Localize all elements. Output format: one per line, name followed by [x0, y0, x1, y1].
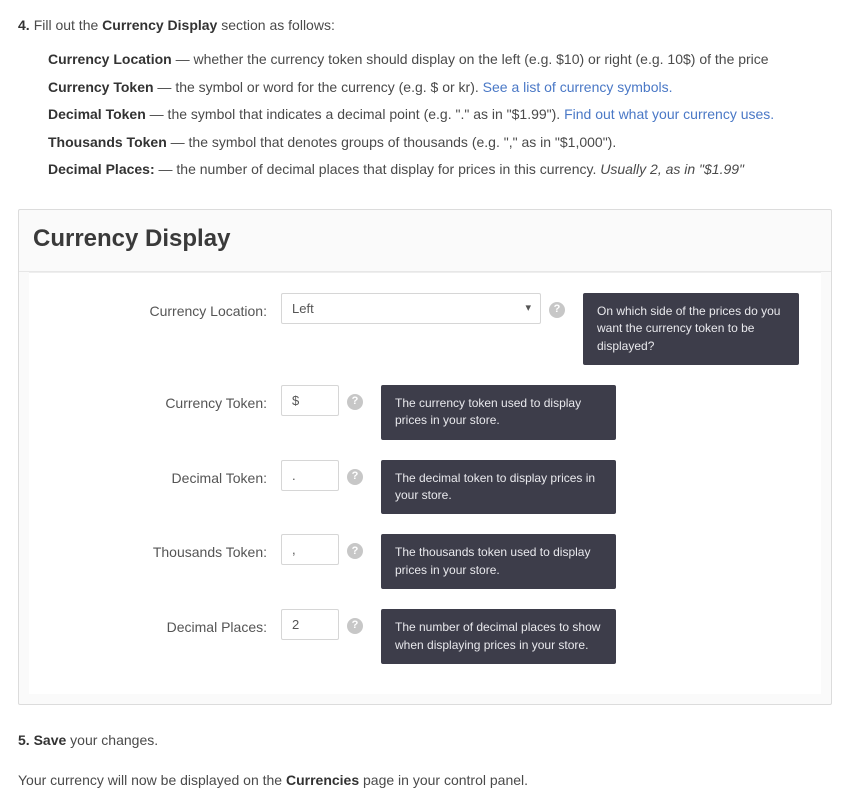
label-currency-location: Currency Location: [51, 293, 281, 322]
help-icon[interactable]: ? [347, 618, 363, 634]
select-wrap: Left [281, 293, 541, 324]
tooltip-decimal-token: The decimal token to display prices in y… [381, 460, 616, 515]
help-icon[interactable]: ? [347, 394, 363, 410]
label-currency-token: Currency Token: [51, 385, 281, 414]
help-icon[interactable]: ? [347, 543, 363, 559]
decimal-token-input[interactable] [281, 460, 339, 491]
tooltip-decimal-places: The number of decimal places to show whe… [381, 609, 616, 664]
thousands-token-input[interactable] [281, 534, 339, 565]
currency-token-input[interactable] [281, 385, 339, 416]
tooltip-thousands-token: The thousands token used to display pric… [381, 534, 616, 589]
label-thousands-token: Thousands Token: [51, 534, 281, 563]
help-icon[interactable]: ? [347, 469, 363, 485]
closing-text: Your currency will now be displayed on t… [18, 769, 832, 791]
panel-header: Currency Display [19, 210, 831, 271]
note-currency-location: Currency Location — whether the currency… [48, 48, 832, 70]
label-decimal-places: Decimal Places: [51, 609, 281, 638]
tooltip-currency-location: On which side of the prices do you want … [583, 293, 799, 365]
row-currency-location: Currency Location: Left ? On which side … [51, 293, 799, 365]
row-thousands-token: Thousands Token: ? The thousands token u… [51, 534, 799, 589]
note-thousands-token: Thousands Token — the symbol that denote… [48, 131, 832, 153]
step-4-text: Fill out the Currency Display section as… [34, 14, 335, 36]
row-currency-token: Currency Token: ? The currency token use… [51, 385, 799, 440]
step-4: 4. Fill out the Currency Display section… [18, 14, 832, 197]
note-decimal-token: Decimal Token — the symbol that indicate… [48, 103, 832, 125]
panel-body: Currency Location: Left ? On which side … [29, 272, 821, 694]
step-4-number: 4. [18, 14, 30, 36]
currency-display-panel: Currency Display Currency Location: Left… [18, 209, 832, 705]
currency-location-select[interactable]: Left [281, 293, 541, 324]
link-currency-symbols[interactable]: See a list of currency symbols. [483, 79, 673, 95]
step-5-number: 5. [18, 732, 30, 748]
help-icon[interactable]: ? [549, 302, 565, 318]
link-currency-uses[interactable]: Find out what your currency uses. [564, 106, 774, 122]
label-decimal-token: Decimal Token: [51, 460, 281, 489]
note-currency-token: Currency Token — the symbol or word for … [48, 76, 832, 98]
decimal-places-input[interactable] [281, 609, 339, 640]
currency-display-notes: Currency Location — whether the currency… [18, 36, 832, 197]
step-5: 5. Save your changes. [18, 729, 832, 751]
panel-title: Currency Display [33, 220, 817, 258]
tooltip-currency-token: The currency token used to display price… [381, 385, 616, 440]
note-decimal-places: Decimal Places: — the number of decimal … [48, 158, 832, 180]
step-5-text: Save your changes. [34, 732, 159, 748]
row-decimal-token: Decimal Token: ? The decimal token to di… [51, 460, 799, 515]
row-decimal-places: Decimal Places: ? The number of decimal … [51, 609, 799, 664]
